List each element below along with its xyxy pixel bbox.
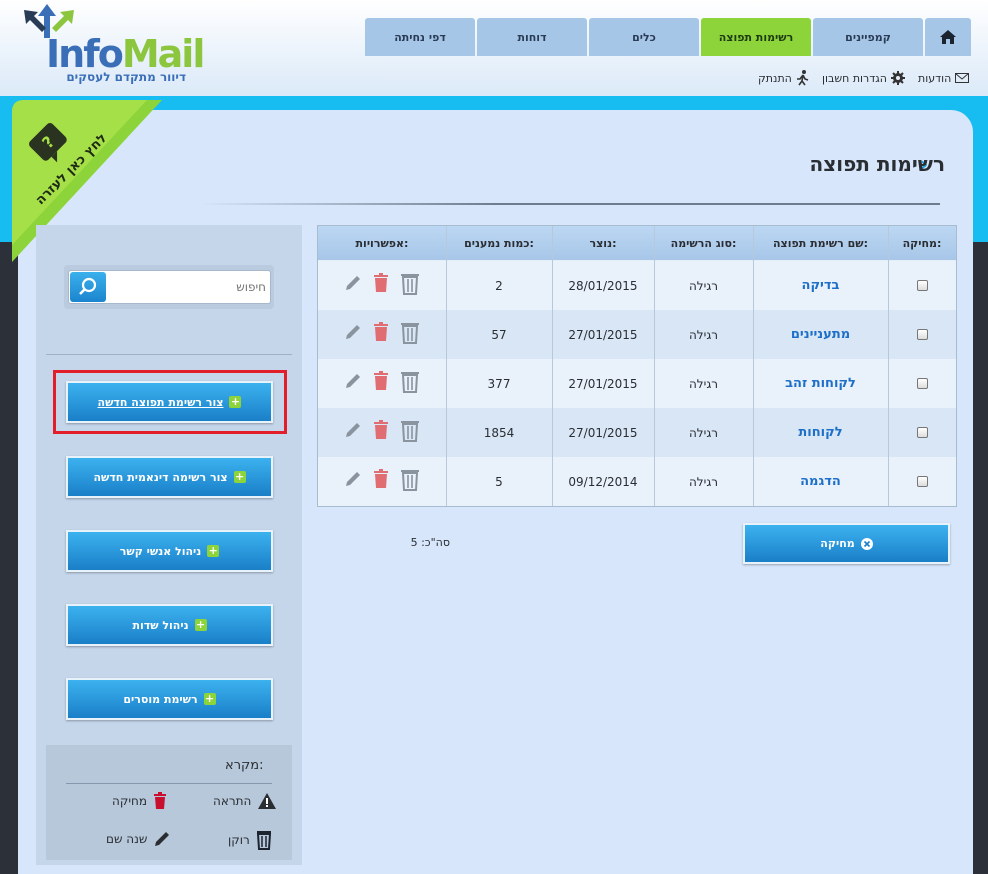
list-name-link[interactable]: בדיקה	[753, 261, 888, 310]
legend-divider	[66, 783, 272, 784]
column-divider	[753, 226, 754, 506]
create-dynamic-list-button[interactable]: + צור רשימה דינאמית חדשה	[66, 456, 273, 498]
tab-mailing-lists[interactable]: רשימות תפוצה	[701, 18, 811, 56]
page-title: רשימות תפוצה	[809, 152, 945, 176]
header-options: אפשרויות:	[355, 236, 409, 250]
logout-link[interactable]: התנתק	[758, 70, 810, 86]
tab-campaigns[interactable]: קמפיינים	[813, 18, 923, 56]
trash-icon[interactable]	[372, 371, 390, 395]
list-count: 377	[487, 376, 511, 391]
list-name-link[interactable]: מתעניינים	[753, 310, 888, 359]
row-checkbox[interactable]	[888, 359, 956, 408]
gear-icon	[891, 71, 905, 85]
empty-bin-icon	[256, 831, 271, 850]
empty-bin-icon[interactable]	[400, 371, 420, 397]
side-divider	[46, 354, 292, 355]
legend-title: מקרא:	[225, 758, 264, 773]
column-divider	[888, 226, 889, 506]
total-count: סה"כ: 5	[410, 536, 450, 549]
list-type: רגילה	[688, 425, 719, 440]
empty-bin-icon[interactable]	[400, 469, 420, 495]
close-circle-icon	[860, 537, 873, 550]
header-created: נוצר:	[589, 236, 617, 250]
account-settings-link[interactable]: הגדרות חשבון	[822, 70, 905, 86]
list-created: 09/12/2014	[568, 474, 638, 489]
infomail-logo[interactable]: InfoMail דיוור מתקדם לעסקים	[18, 2, 205, 88]
search-button[interactable]	[70, 272, 106, 302]
empty-bin-icon[interactable]	[400, 420, 420, 446]
pencil-icon[interactable]	[343, 420, 363, 444]
trash-icon[interactable]	[372, 273, 390, 297]
envelope-icon	[955, 73, 970, 83]
list-count: 1854	[483, 425, 515, 440]
list-type: רגילה	[688, 327, 719, 342]
row-checkbox[interactable]	[888, 261, 956, 310]
list-created: 28/01/2015	[568, 278, 638, 293]
pencil-icon[interactable]	[343, 371, 363, 395]
list-count: 5	[495, 474, 503, 489]
list-type: רגילה	[688, 474, 719, 489]
plus-icon: +	[194, 618, 207, 631]
warning-icon	[258, 793, 277, 809]
row-checkbox[interactable]	[888, 457, 956, 506]
header-name: שם רשימת תפוצה:	[772, 236, 868, 250]
column-divider	[654, 226, 655, 506]
trash-icon	[154, 792, 167, 809]
unsubscribers-list-button[interactable]: + רשימת מוסרים	[66, 678, 273, 720]
trash-icon[interactable]	[372, 420, 390, 444]
empty-bin-icon[interactable]	[400, 273, 420, 299]
delete-button[interactable]: מחיקה	[743, 523, 950, 564]
search-input[interactable]	[108, 271, 266, 303]
row-checkbox[interactable]	[888, 408, 956, 457]
manage-contacts-button[interactable]: + ניהול אנשי קשר	[66, 530, 273, 572]
create-list-button[interactable]: + צור רשימת תפוצה חדשה	[66, 381, 273, 423]
legend-empty: רוקן	[228, 830, 272, 850]
column-divider	[446, 226, 447, 506]
pencil-icon[interactable]	[343, 322, 363, 346]
plus-icon: +	[203, 692, 216, 705]
list-created: 27/01/2015	[568, 425, 638, 440]
messages-link[interactable]: הודעות	[918, 70, 970, 86]
list-count: 2	[495, 278, 503, 293]
search-icon	[79, 277, 97, 295]
tab-landing-pages[interactable]: דפי נחיתה	[365, 18, 475, 56]
empty-bin-icon[interactable]	[400, 322, 420, 348]
tab-tools[interactable]: כלים	[589, 18, 699, 56]
list-name-link[interactable]: הדגמה	[753, 457, 888, 506]
plus-icon: +	[233, 470, 246, 483]
pencil-icon	[155, 832, 170, 846]
list-created: 27/01/2015	[568, 327, 638, 342]
logo-tagline: דיוור מתקדם לעסקים	[66, 70, 186, 84]
title-underline	[200, 203, 940, 205]
running-man-icon	[796, 70, 809, 86]
trash-icon[interactable]	[372, 322, 390, 346]
legend-delete: מחיקה	[112, 792, 167, 810]
list-created: 27/01/2015	[568, 376, 638, 391]
plus-icon: +	[207, 544, 220, 557]
tab-home[interactable]	[925, 18, 971, 56]
tab-reports[interactable]: דוחות	[477, 18, 587, 56]
row-checkbox[interactable]	[888, 310, 956, 359]
trash-icon[interactable]	[372, 469, 390, 493]
plus-icon: +	[229, 395, 242, 408]
home-icon	[940, 30, 956, 44]
header-type: סוג הרשימה:	[670, 236, 737, 250]
list-type: רגילה	[688, 278, 719, 293]
header-count: כמות נמענים:	[464, 236, 534, 250]
legend-warning: התראה	[213, 792, 277, 810]
legend-rename: שנה שם	[106, 830, 171, 848]
list-count: 57	[491, 327, 507, 342]
pencil-icon[interactable]	[343, 273, 363, 297]
list-type: רגילה	[688, 376, 719, 391]
column-divider	[552, 226, 553, 506]
manage-fields-button[interactable]: + ניהול שדות	[66, 604, 273, 646]
pencil-icon[interactable]	[343, 469, 363, 493]
header-delete: מחיקה:	[902, 236, 942, 250]
list-name-link[interactable]: לקוחות	[753, 408, 888, 457]
list-name-link[interactable]: לקוחות זהב	[753, 359, 888, 408]
